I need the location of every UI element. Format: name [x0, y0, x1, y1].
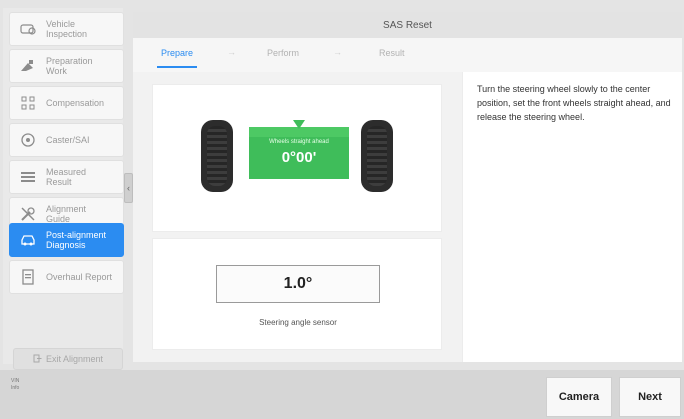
right-tire-image — [361, 120, 393, 192]
main-panel: SAS Reset Prepare → Perform → Result Whe… — [133, 12, 682, 362]
car-diagnosis-icon — [19, 231, 37, 249]
sidebar-item-compensation[interactable]: Compensation — [9, 86, 124, 120]
sidebar-item-overhaul-report[interactable]: Overhaul Report — [9, 260, 124, 294]
compensation-icon — [19, 94, 37, 112]
sidebar-item-label: Measured Result — [46, 167, 87, 187]
wheel-display-caption: Wheels straight ahead — [269, 139, 329, 145]
step-arrow-icon: → — [333, 47, 342, 57]
sidebar-item-label: Post-alignment Diagnosis — [46, 230, 107, 250]
wrench-icon — [19, 205, 37, 223]
list-icon — [19, 168, 37, 186]
pointer-marker-icon — [293, 120, 305, 129]
sidebar-item-caster-sai[interactable]: Caster/SAI — [9, 123, 124, 157]
wheel-angle-value: 0°00' — [281, 149, 317, 166]
sidebar-item-label: Preparation Work — [46, 56, 93, 76]
sidebar-item-label: Overhaul Report — [46, 272, 113, 282]
car-inspection-icon — [19, 20, 37, 38]
sidebar-item-vehicle-inspection[interactable]: Vehicle Inspection — [9, 12, 124, 46]
step-result[interactable]: Result — [379, 48, 405, 58]
sidebar-item-measured-result[interactable]: Measured Result — [9, 160, 124, 194]
step-arrow-icon: → — [227, 47, 236, 57]
app-window: Vehicle Inspection Preparation Work Compen… — [0, 0, 684, 419]
exit-alignment-button[interactable]: Exit Alignment — [13, 348, 123, 370]
sidebar-item-post-alignment-diagnosis[interactable]: Post-alignment Diagnosis — [9, 223, 124, 257]
window-title: SAS Reset — [133, 12, 682, 38]
wheel-angle-display: Wheels straight ahead 0°00' — [249, 120, 349, 179]
step-prepare[interactable]: Prepare — [161, 48, 193, 58]
next-button[interactable]: Next — [619, 377, 681, 417]
sidebar-item-label: Compensation — [46, 98, 105, 108]
collapse-sidebar-handle[interactable]: ‹ — [124, 173, 133, 203]
report-icon — [19, 268, 37, 286]
wheel-position-card: Wheels straight ahead 0°00' — [152, 84, 442, 232]
exit-icon — [33, 354, 42, 365]
chevron-left-icon: ‹ — [127, 183, 130, 193]
vin-info: VIN Info — [11, 378, 20, 391]
sidebar-item-label: Vehicle Inspection — [46, 19, 88, 39]
camera-button[interactable]: Camera — [546, 377, 612, 417]
step-perform[interactable]: Perform — [267, 48, 299, 58]
bottom-bar: VIN Info Camera Next — [0, 370, 684, 419]
divider — [462, 72, 463, 362]
exit-alignment-label: Exit Alignment — [45, 354, 104, 364]
steering-angle-value: 1.0° — [216, 265, 380, 303]
sidebar-item-label: Alignment Guide — [46, 204, 87, 224]
sensor-card: 1.0° Steering angle sensor — [152, 238, 442, 350]
tools-icon — [19, 57, 37, 75]
sidebar-item-label: Caster/SAI — [46, 135, 90, 145]
steering-angle-label: Steering angle sensor — [259, 318, 337, 327]
wheel-icon — [19, 131, 37, 149]
sidebar: Vehicle Inspection Preparation Work Compen… — [3, 8, 124, 370]
step-indicator: Prepare → Perform → Result — [133, 38, 682, 72]
sidebar-item-preparation-work[interactable]: Preparation Work — [9, 49, 124, 83]
instruction-text: Turn the steering wheel slowly to the ce… — [477, 84, 671, 122]
left-tire-image — [201, 120, 233, 192]
active-step-underline — [157, 66, 197, 68]
